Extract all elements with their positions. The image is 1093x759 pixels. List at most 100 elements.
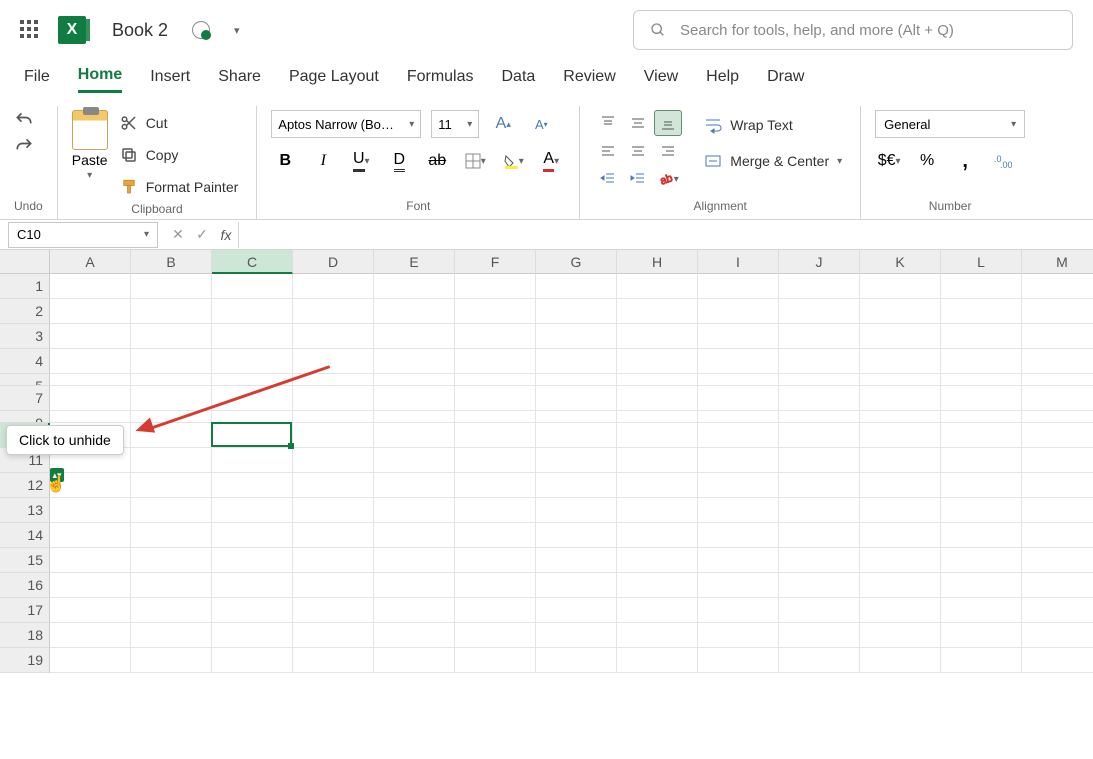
cell-J15[interactable] <box>779 548 860 573</box>
column-header-L[interactable]: L <box>941 250 1022 274</box>
cell-J11[interactable] <box>779 448 860 473</box>
cell-I14[interactable] <box>698 523 779 548</box>
cell-E5[interactable] <box>374 374 455 386</box>
app-launcher-icon[interactable] <box>20 20 40 40</box>
cell-K14[interactable] <box>860 523 941 548</box>
cell-D10[interactable] <box>293 423 374 448</box>
cell-H5[interactable] <box>617 374 698 386</box>
cell-A4[interactable] <box>50 349 131 374</box>
cell-L4[interactable] <box>941 349 1022 374</box>
cell-G10[interactable] <box>536 423 617 448</box>
cell-C12[interactable] <box>212 473 293 498</box>
column-header-G[interactable]: G <box>536 250 617 274</box>
cell-M18[interactable] <box>1022 623 1093 648</box>
cell-H1[interactable] <box>617 274 698 299</box>
cell-G12[interactable] <box>536 473 617 498</box>
cell-G11[interactable] <box>536 448 617 473</box>
cell-K7[interactable] <box>860 386 941 411</box>
cell-A14[interactable] <box>50 523 131 548</box>
cell-E10[interactable] <box>374 423 455 448</box>
row-headers[interactable]: 123457910111213141516171819 <box>0 274 50 673</box>
cell-B17[interactable] <box>131 598 212 623</box>
cell-H4[interactable] <box>617 349 698 374</box>
cell-M19[interactable] <box>1022 648 1093 673</box>
underline-button[interactable]: U ▾ <box>347 148 375 174</box>
undo-icon[interactable] <box>14 110 34 130</box>
tab-home[interactable]: Home <box>78 66 122 93</box>
cell-A16[interactable] <box>50 573 131 598</box>
cell-F1[interactable] <box>455 274 536 299</box>
row-header-17[interactable]: 17 <box>0 598 50 623</box>
cell-K3[interactable] <box>860 324 941 349</box>
cell-H7[interactable] <box>617 386 698 411</box>
cell-E9[interactable] <box>374 411 455 423</box>
cell-F10[interactable] <box>455 423 536 448</box>
cell-L1[interactable] <box>941 274 1022 299</box>
cell-L9[interactable] <box>941 411 1022 423</box>
row-header-2[interactable]: 2 <box>0 299 50 324</box>
cell-K11[interactable] <box>860 448 941 473</box>
cell-F4[interactable] <box>455 349 536 374</box>
column-header-F[interactable]: F <box>455 250 536 274</box>
cell-F16[interactable] <box>455 573 536 598</box>
row-header-4[interactable]: 4 <box>0 349 50 374</box>
cell-E19[interactable] <box>374 648 455 673</box>
cell-A17[interactable] <box>50 598 131 623</box>
font-name-select[interactable]: Aptos Narrow (Bo…▾ <box>271 110 421 138</box>
title-dropdown-icon[interactable]: ▾ <box>234 24 240 37</box>
workbook-title[interactable]: Book 2 <box>112 20 168 41</box>
cancel-formula-icon[interactable]: ✕ <box>166 226 190 243</box>
cell-B2[interactable] <box>131 299 212 324</box>
cell-F12[interactable] <box>455 473 536 498</box>
cell-I4[interactable] <box>698 349 779 374</box>
cell-G15[interactable] <box>536 548 617 573</box>
column-headers[interactable]: ABCDEFGHIJKLM <box>50 250 1093 274</box>
percent-button[interactable]: % <box>913 148 941 174</box>
cell-B13[interactable] <box>131 498 212 523</box>
column-header-H[interactable]: H <box>617 250 698 274</box>
row-header-19[interactable]: 19 <box>0 648 50 673</box>
cell-L15[interactable] <box>941 548 1022 573</box>
cell-H13[interactable] <box>617 498 698 523</box>
cell-K18[interactable] <box>860 623 941 648</box>
cell-M12[interactable] <box>1022 473 1093 498</box>
cell-D14[interactable] <box>293 523 374 548</box>
cell-F11[interactable] <box>455 448 536 473</box>
enter-formula-icon[interactable]: ✓ <box>190 226 214 243</box>
cell-B1[interactable] <box>131 274 212 299</box>
row-header-3[interactable]: 3 <box>0 324 50 349</box>
cell-J7[interactable] <box>779 386 860 411</box>
cell-D7[interactable] <box>293 386 374 411</box>
cell-J10[interactable] <box>779 423 860 448</box>
cell-A1[interactable] <box>50 274 131 299</box>
cell-G2[interactable] <box>536 299 617 324</box>
cell-B12[interactable] <box>131 473 212 498</box>
cell-H12[interactable] <box>617 473 698 498</box>
cell-I10[interactable] <box>698 423 779 448</box>
cell-K13[interactable] <box>860 498 941 523</box>
cell-K16[interactable] <box>860 573 941 598</box>
tab-data[interactable]: Data <box>502 68 536 92</box>
cell-J2[interactable] <box>779 299 860 324</box>
cell-D9[interactable] <box>293 411 374 423</box>
search-input[interactable]: Search for tools, help, and more (Alt + … <box>633 10 1073 50</box>
cell-E15[interactable] <box>374 548 455 573</box>
column-header-M[interactable]: M <box>1022 250 1093 274</box>
tab-formulas[interactable]: Formulas <box>407 68 474 92</box>
cell-D19[interactable] <box>293 648 374 673</box>
cell-B7[interactable] <box>131 386 212 411</box>
format-painter-button[interactable]: Format Painter <box>116 176 243 198</box>
cell-C13[interactable] <box>212 498 293 523</box>
cell-I13[interactable] <box>698 498 779 523</box>
cell-G14[interactable] <box>536 523 617 548</box>
number-format-select[interactable]: General▾ <box>875 110 1025 138</box>
cell-M3[interactable] <box>1022 324 1093 349</box>
row-header-13[interactable]: 13 <box>0 498 50 523</box>
column-header-E[interactable]: E <box>374 250 455 274</box>
align-bottom-icon[interactable] <box>654 110 682 136</box>
cell-I12[interactable] <box>698 473 779 498</box>
cell-D12[interactable] <box>293 473 374 498</box>
cell-M5[interactable] <box>1022 374 1093 386</box>
tab-page-layout[interactable]: Page Layout <box>289 68 379 92</box>
cell-D3[interactable] <box>293 324 374 349</box>
